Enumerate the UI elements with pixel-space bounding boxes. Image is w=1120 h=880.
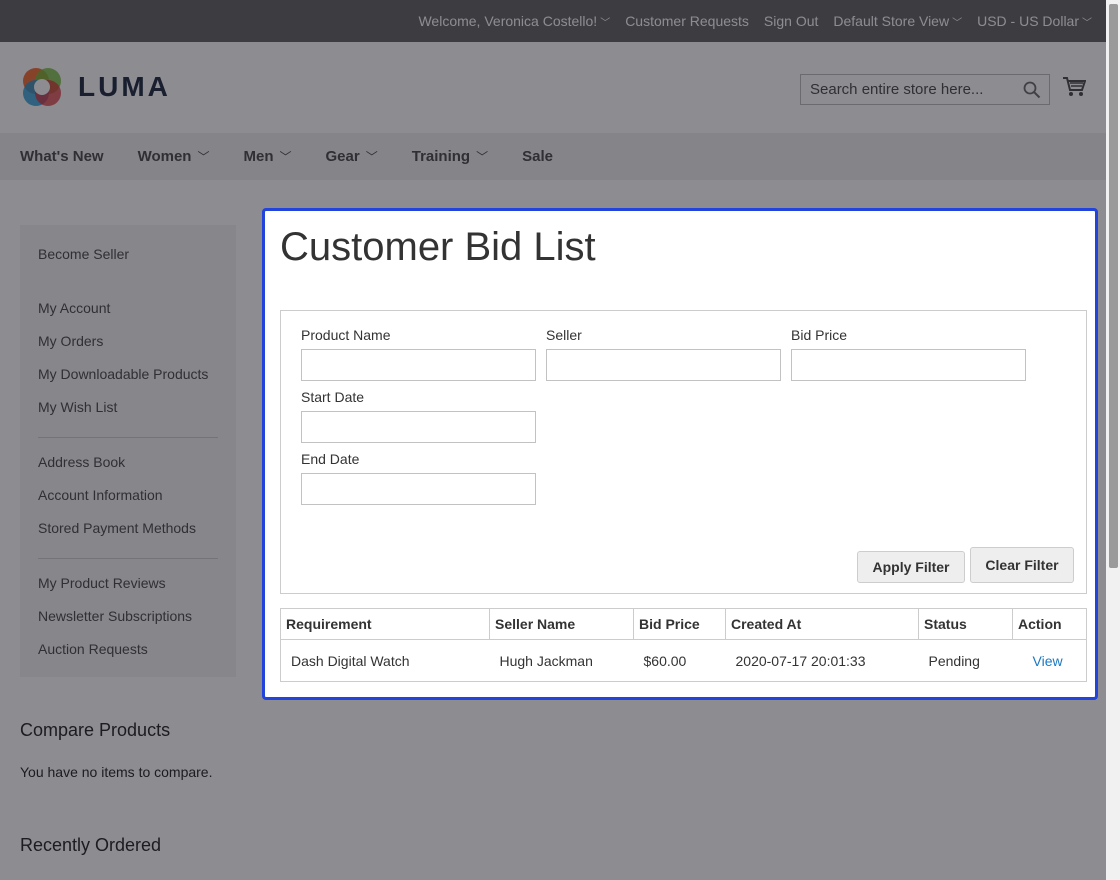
customer-requests-link[interactable]: Customer Requests xyxy=(625,13,749,29)
nav-label: Training xyxy=(411,148,471,165)
nav-label: Sale xyxy=(522,148,553,165)
scrollbar[interactable] xyxy=(1106,0,1120,880)
currency-label: USD - US Dollar xyxy=(977,13,1079,29)
bid-price-label: Bid Price xyxy=(791,327,848,343)
store-view-label: Default Store View xyxy=(833,13,950,29)
nav-item-gear[interactable]: Gear ﹀ xyxy=(326,148,378,165)
bid-price-input[interactable] xyxy=(791,349,1026,381)
sidebar-divider xyxy=(38,437,218,438)
sidebar-divider xyxy=(38,558,218,559)
search-input[interactable]: Search entire store here... xyxy=(800,74,1050,105)
product-name-input[interactable] xyxy=(301,349,536,381)
product-name-field: Product Name xyxy=(301,327,536,381)
top-links: Welcome, Veronica Costello! ﹀ Customer Re… xyxy=(418,0,1092,42)
sign-out-link[interactable]: Sign Out xyxy=(764,13,818,29)
column-header-bid-price: Bid Price xyxy=(633,608,726,640)
main-nav: What's New Women ﹀ Men ﹀ Gear ﹀ Training ﹀ S… xyxy=(0,133,1120,180)
sidebar-item-my-account[interactable]: My Account xyxy=(38,297,218,330)
chevron-down-icon: ﹀ xyxy=(197,150,210,164)
bid-filter-form: Product Name Seller Bid Price Start Date… xyxy=(280,310,1087,594)
logo-text: LUMA xyxy=(78,71,171,102)
nav-item-training[interactable]: Training ﹀ xyxy=(412,148,488,165)
sidebar-item-my-orders[interactable]: My Orders xyxy=(38,330,218,363)
sidebar-item-downloadable-products[interactable]: My Downloadable Products xyxy=(38,363,218,396)
start-date-label: Start Date xyxy=(301,389,365,405)
view-link[interactable]: View xyxy=(1033,653,1063,669)
sidebar-item-stored-payment-methods[interactable]: Stored Payment Methods xyxy=(38,517,218,550)
nav-label: Gear xyxy=(325,148,360,165)
table-row: Dash Digital Watch Hugh Jackman $60.00 2… xyxy=(280,639,1087,682)
chevron-down-icon: ﹀ xyxy=(365,150,378,164)
nav-item-sale[interactable]: Sale xyxy=(522,148,553,165)
cart-icon[interactable] xyxy=(1062,76,1086,98)
store-view-switcher[interactable]: Default Store View ﹀ xyxy=(833,13,962,29)
seller-input[interactable] xyxy=(546,349,781,381)
luma-logo-icon xyxy=(23,68,61,106)
chevron-down-icon: ﹀ xyxy=(600,18,611,29)
product-name-label: Product Name xyxy=(301,327,391,343)
nav-item-whats-new[interactable]: What's New xyxy=(20,148,104,165)
column-header-seller-name: Seller Name xyxy=(489,608,634,640)
search-placeholder: Search entire store here... xyxy=(810,81,984,98)
sidebar-item-product-reviews[interactable]: My Product Reviews xyxy=(38,572,218,605)
sidebar-item-account-information[interactable]: Account Information xyxy=(38,484,218,517)
customer-bid-list-panel: Customer Bid List Product Name Seller Bi… xyxy=(262,208,1098,700)
nav-label: Men xyxy=(243,148,274,165)
nav-item-men[interactable]: Men ﹀ xyxy=(244,148,292,165)
chevron-down-icon: ﹀ xyxy=(279,150,292,164)
sidebar-item-address-book[interactable]: Address Book xyxy=(38,451,218,484)
top-bar: Welcome, Veronica Costello! ﹀ Customer Re… xyxy=(0,0,1120,42)
end-date-input[interactable] xyxy=(301,473,536,505)
welcome-menu[interactable]: Welcome, Veronica Costello! ﹀ xyxy=(418,13,610,29)
column-header-requirement: Requirement xyxy=(280,608,490,640)
start-date-field: Start Date xyxy=(301,389,536,443)
page: Welcome, Veronica Costello! ﹀ Customer Re… xyxy=(0,0,1120,880)
bid-table: Requirement Seller Name Bid Price Create… xyxy=(280,608,1087,682)
search-icon[interactable] xyxy=(1023,81,1041,99)
chevron-down-icon: ﹀ xyxy=(1082,18,1092,29)
compare-empty-text: You have no items to compare. xyxy=(20,764,213,780)
bid-price-field: Bid Price xyxy=(791,327,1026,381)
account-sidebar: Become Seller My Account My Orders My Do… xyxy=(20,225,236,677)
nav-label: Women xyxy=(137,148,192,165)
sidebar-item-wish-list[interactable]: My Wish List xyxy=(38,396,218,429)
nav-item-women[interactable]: Women ﹀ xyxy=(138,148,210,165)
logo[interactable]: LUMA xyxy=(20,65,171,109)
cell-bid-price: $60.00 xyxy=(633,639,726,682)
compare-products-title: Compare Products xyxy=(20,720,171,740)
sidebar-item-auction-requests[interactable]: Auction Requests xyxy=(38,638,218,671)
seller-field: Seller xyxy=(546,327,781,381)
clear-filter-button[interactable]: Clear Filter xyxy=(970,547,1074,583)
scrollbar-thumb[interactable] xyxy=(1109,4,1118,568)
nav-label: What's New xyxy=(20,148,104,165)
cell-created-at: 2020-07-17 20:01:33 xyxy=(725,639,919,682)
chevron-down-icon: ﹀ xyxy=(476,150,489,164)
sidebar-divider xyxy=(38,280,218,281)
sidebar-item-become-seller[interactable]: Become Seller xyxy=(38,243,218,276)
header: LUMA Search entire store here... xyxy=(0,42,1120,133)
end-date-field: End Date xyxy=(301,451,536,505)
chevron-down-icon: ﹀ xyxy=(952,18,963,29)
column-header-action: Action xyxy=(1012,608,1087,640)
welcome-text: Welcome, Veronica Costello! xyxy=(418,13,598,29)
cell-status: Pending xyxy=(918,639,1013,682)
apply-filter-button[interactable]: Apply Filter xyxy=(857,551,965,583)
table-header-row: Requirement Seller Name Bid Price Create… xyxy=(280,608,1087,640)
cell-seller-name: Hugh Jackman xyxy=(489,639,634,682)
column-header-status: Status xyxy=(918,608,1013,640)
currency-switcher[interactable]: USD - US Dollar ﹀ xyxy=(977,13,1092,29)
cell-action: View xyxy=(1012,639,1087,682)
column-header-created-at: Created At xyxy=(725,608,919,640)
recently-ordered-title: Recently Ordered xyxy=(20,835,162,855)
page-title: Customer Bid List xyxy=(280,225,596,269)
seller-label: Seller xyxy=(546,327,582,343)
end-date-label: End Date xyxy=(301,451,360,467)
start-date-input[interactable] xyxy=(301,411,536,443)
cell-requirement: Dash Digital Watch xyxy=(280,639,490,682)
sidebar-item-newsletter-subscriptions[interactable]: Newsletter Subscriptions xyxy=(38,605,218,638)
